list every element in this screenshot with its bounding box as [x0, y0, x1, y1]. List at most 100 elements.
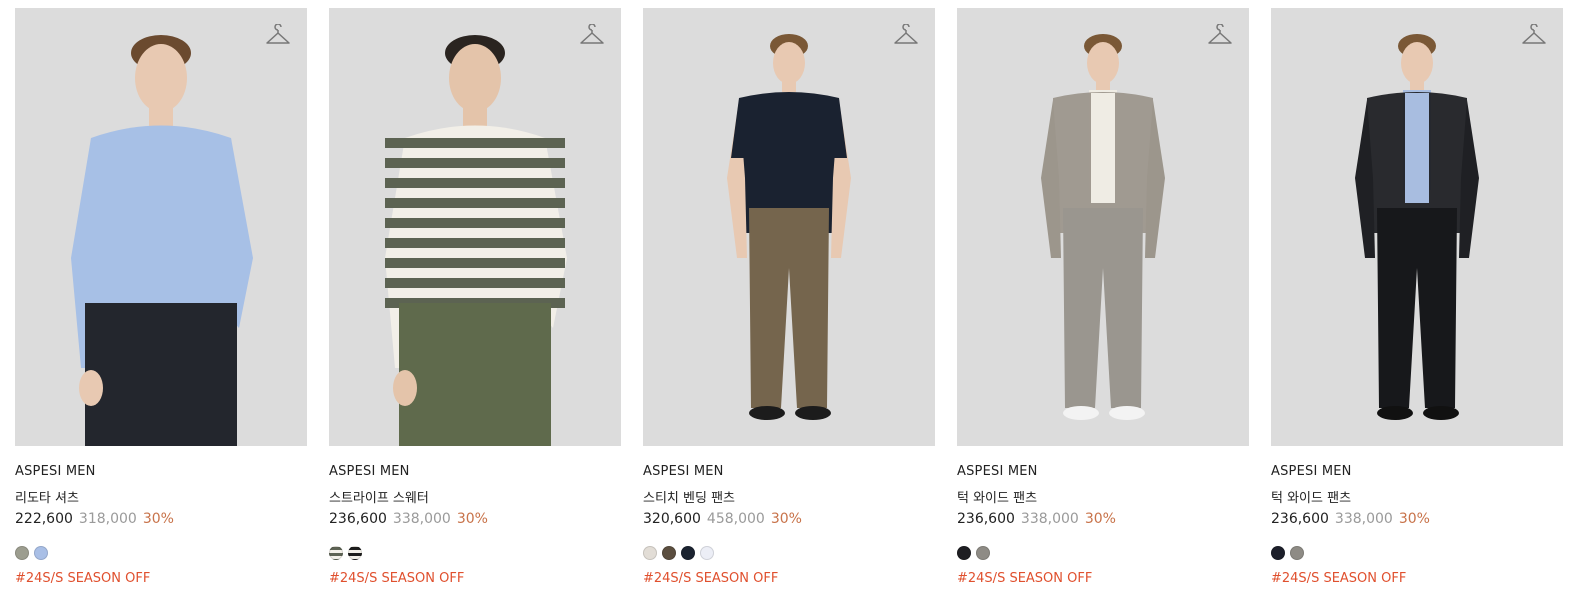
- stripe: [385, 278, 565, 288]
- product-name[interactable]: 리도타 셔츠: [15, 487, 307, 506]
- product-name[interactable]: 스티치 벤딩 팬츠: [643, 487, 935, 506]
- color-swatch[interactable]: [329, 546, 343, 560]
- product-card[interactable]: ASPESI MEN 턱 와이드 팬츠 236,600 338,000 30% #2…: [957, 8, 1249, 588]
- model-photo: [71, 35, 253, 446]
- color-swatches: [643, 546, 935, 561]
- price-row: 320,600 458,000 30%: [643, 511, 935, 529]
- original-price: 458,000: [706, 511, 765, 527]
- sale-price: 320,600: [643, 511, 701, 527]
- head: [449, 44, 501, 112]
- product-name[interactable]: 턱 와이드 팬츠: [1271, 487, 1563, 506]
- color-swatch[interactable]: [1271, 546, 1285, 560]
- color-swatch[interactable]: [643, 546, 657, 560]
- model-photo: [385, 35, 567, 446]
- stripe: [385, 138, 565, 148]
- color-swatch[interactable]: [15, 546, 29, 560]
- left-shoe: [1377, 406, 1413, 420]
- hand: [79, 370, 103, 406]
- brand-label: ASPESI MEN: [15, 464, 96, 479]
- color-swatch[interactable]: [348, 546, 362, 560]
- head: [773, 42, 805, 84]
- color-swatch[interactable]: [34, 546, 48, 560]
- discount-rate: 30%: [1084, 511, 1116, 527]
- stripe: [385, 238, 565, 248]
- product-card[interactable]: ASPESI MEN 스티치 벤딩 팬츠 320,600 458,000 30% #…: [643, 8, 935, 588]
- product-image[interactable]: [15, 8, 307, 446]
- head: [1401, 42, 1433, 84]
- promo-tag[interactable]: #24S/S SEASON OFF: [957, 571, 1249, 588]
- brand-label: ASPESI MEN: [643, 464, 724, 479]
- product-image[interactable]: [957, 8, 1249, 446]
- brand-label: ASPESI MEN: [1271, 464, 1352, 479]
- shirt-front: [1405, 93, 1429, 203]
- promo-tag[interactable]: #24S/S SEASON OFF: [15, 571, 307, 588]
- discount-rate: 30%: [456, 511, 488, 527]
- color-swatches: [1271, 546, 1563, 561]
- model-photo: [727, 34, 851, 420]
- neck: [782, 80, 796, 92]
- hanger-icon[interactable]: [893, 24, 919, 48]
- bottom-garment: [399, 303, 551, 446]
- product-card[interactable]: ASPESI MEN 리도타 셔츠 222,600 318,000 30% #24S…: [15, 8, 307, 588]
- discount-rate: 30%: [142, 511, 174, 527]
- left-shoe: [1063, 406, 1099, 420]
- right-shoe: [1109, 406, 1145, 420]
- sale-price: 236,600: [1271, 511, 1329, 527]
- product-image[interactable]: [643, 8, 935, 446]
- sale-price: 236,600: [329, 511, 387, 527]
- promo-tag[interactable]: #24S/S SEASON OFF: [1271, 571, 1563, 588]
- hanger-icon[interactable]: [579, 24, 605, 48]
- stripe: [385, 258, 565, 268]
- left-shoe: [749, 406, 785, 420]
- stripe: [385, 158, 565, 168]
- product-name[interactable]: 턱 와이드 팬츠: [957, 487, 1249, 506]
- original-price: 338,000: [392, 511, 451, 527]
- product-card[interactable]: ASPESI MEN 스트라이프 스웨터 236,600 338,000 30% #…: [329, 8, 621, 588]
- trousers: [749, 208, 829, 408]
- color-swatch[interactable]: [976, 546, 990, 560]
- stripe: [385, 218, 565, 228]
- price-row: 236,600 338,000 30%: [329, 511, 621, 529]
- price-row: 236,600 338,000 30%: [1271, 511, 1563, 529]
- color-swatch[interactable]: [700, 546, 714, 560]
- neck: [149, 103, 173, 128]
- hanger-icon[interactable]: [265, 24, 291, 48]
- brand-label: ASPESI MEN: [329, 464, 410, 479]
- trousers: [1063, 208, 1143, 408]
- hand: [393, 370, 417, 406]
- hanger-icon[interactable]: [1521, 24, 1547, 48]
- bottom-garment: [85, 303, 237, 446]
- color-swatches: [329, 546, 621, 561]
- model-photo: [1041, 34, 1165, 420]
- color-swatches: [15, 546, 307, 561]
- promo-tag[interactable]: #24S/S SEASON OFF: [329, 571, 621, 588]
- discount-rate: 30%: [770, 511, 802, 527]
- color-swatch[interactable]: [1290, 546, 1304, 560]
- head: [1087, 42, 1119, 84]
- color-swatches: [957, 546, 1249, 561]
- price-row: 222,600 318,000 30%: [15, 511, 307, 529]
- color-swatch[interactable]: [681, 546, 695, 560]
- sale-price: 222,600: [15, 511, 73, 527]
- product-card[interactable]: ASPESI MEN 턱 와이드 팬츠 236,600 338,000 30% #2…: [1271, 8, 1563, 588]
- neck: [463, 103, 487, 128]
- original-price: 318,000: [78, 511, 137, 527]
- stripe: [385, 198, 565, 208]
- color-swatch[interactable]: [957, 546, 971, 560]
- model-photo: [1355, 34, 1479, 420]
- shirt-front: [1091, 93, 1115, 203]
- right-shoe: [1423, 406, 1459, 420]
- discount-rate: 30%: [1398, 511, 1430, 527]
- promo-tag[interactable]: #24S/S SEASON OFF: [643, 571, 935, 588]
- original-price: 338,000: [1020, 511, 1079, 527]
- product-image[interactable]: [329, 8, 621, 446]
- product-grid: ASPESI MEN 리도타 셔츠 222,600 318,000 30% #24S…: [15, 8, 1563, 588]
- head: [135, 44, 187, 112]
- hanger-icon[interactable]: [1207, 24, 1233, 48]
- stripe: [385, 178, 565, 188]
- original-price: 338,000: [1334, 511, 1393, 527]
- product-name[interactable]: 스트라이프 스웨터: [329, 487, 621, 506]
- price-row: 236,600 338,000 30%: [957, 511, 1249, 529]
- product-image[interactable]: [1271, 8, 1563, 446]
- color-swatch[interactable]: [662, 546, 676, 560]
